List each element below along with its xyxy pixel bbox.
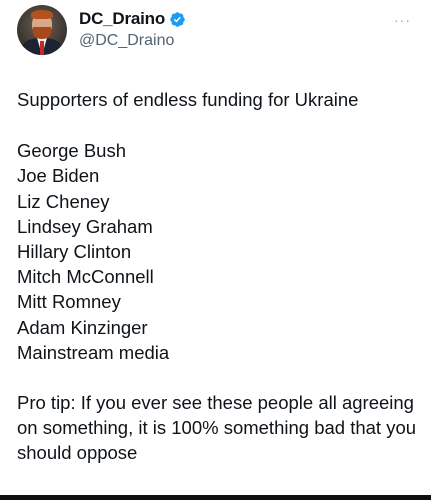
display-name-row: DC_Draino xyxy=(79,8,186,30)
list-item: Mitt Romney xyxy=(17,291,121,313)
tweet-header: DC_Draino @DC_Draino ··· xyxy=(17,5,419,57)
author-info: DC_Draino @DC_Draino xyxy=(79,8,186,50)
list-item: Mitch McConnell xyxy=(17,266,154,288)
more-options-icon[interactable]: ··· xyxy=(394,13,411,27)
list-item: Hillary Clinton xyxy=(17,240,132,262)
list-item: George Bush xyxy=(17,140,127,162)
list-item: Adam Kinzinger xyxy=(17,316,148,338)
list-item: Joe Biden xyxy=(17,165,100,187)
tweet-card: DC_Draino @DC_Draino ··· Supporters of e… xyxy=(0,0,431,500)
avatar-hair xyxy=(31,10,53,19)
list-item: Liz Cheney xyxy=(17,190,110,212)
avatar[interactable] xyxy=(17,5,67,55)
tweet-intro: Supporters of endless funding for Ukrain… xyxy=(17,89,359,110)
list-item: Mainstream media xyxy=(17,341,170,363)
avatar-beard xyxy=(33,27,51,39)
supporters-list: George Bush Joe Biden Liz Cheney Lindsey… xyxy=(17,138,417,365)
bottom-divider xyxy=(0,495,431,500)
tweet-text: Supporters of endless funding for Ukrain… xyxy=(17,87,417,466)
verified-badge-icon xyxy=(170,11,185,27)
display-name[interactable]: DC_Draino xyxy=(79,9,165,29)
pro-tip: Pro tip: If you ever see these people al… xyxy=(17,391,417,464)
author-handle[interactable]: @DC_Draino xyxy=(79,32,186,50)
list-item: Lindsey Graham xyxy=(17,215,153,237)
avatar-tie xyxy=(40,41,44,55)
